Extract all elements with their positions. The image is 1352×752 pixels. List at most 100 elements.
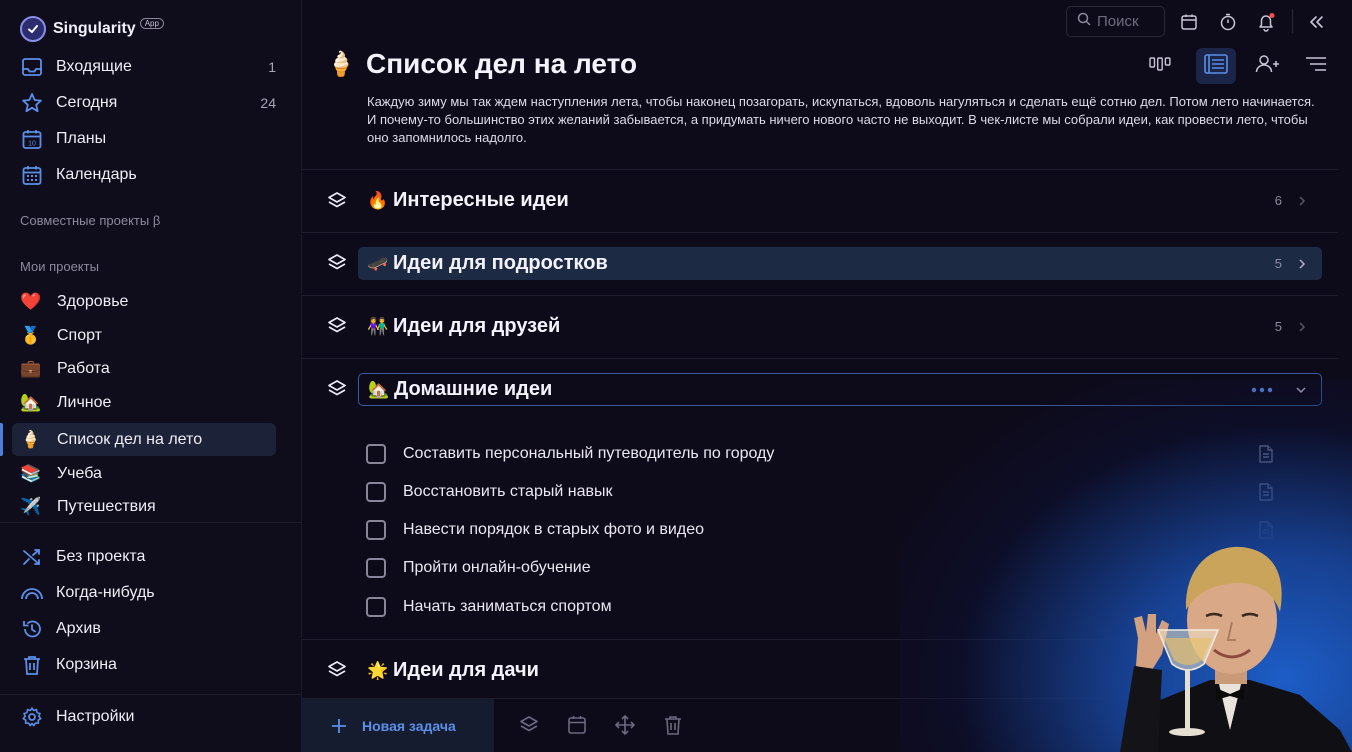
nav-someday-label: Когда-нибудь [56,584,155,601]
group-teen-ideas[interactable]: 🛹 Идеи для подростков 5 [302,233,1338,295]
nav-trash[interactable]: Корзина [12,648,278,682]
add-user-button[interactable] [1248,48,1288,84]
chevron-right-icon[interactable] [1296,258,1308,270]
group-title: Домашние идеи [394,378,553,400]
add-user-icon [1255,54,1281,79]
layers-icon[interactable] [518,714,540,736]
task-checkbox[interactable] [366,558,386,578]
task-checkbox[interactable] [366,482,386,502]
task-checkbox[interactable] [366,597,386,617]
nav-someday[interactable]: Когда-нибудь [12,576,278,610]
nav-plans-label: Планы [56,130,107,147]
nav-archive[interactable]: Архив [12,612,278,646]
trash-icon[interactable] [662,714,684,736]
project-work[interactable]: 💼 Работа [12,352,276,385]
kanban-icon [1149,56,1171,77]
move-icon[interactable] [614,714,636,736]
calendar-10-icon: 10 [20,127,44,151]
page-description[interactable]: Каждую зиму мы так ждем наступления лета… [367,93,1317,147]
layers-icon [328,317,346,333]
brand[interactable]: Singularity App [20,16,164,42]
nav-no-project-label: Без проекта [56,548,146,565]
shuffle-icon [20,545,44,569]
star-icon: 🌟 [367,660,389,680]
calendar-grid-icon [20,163,44,187]
layers-icon [328,661,346,677]
project-travel[interactable]: ✈️ Путешествия [12,490,276,523]
group-friends-ideas[interactable]: 👫 Идеи для друзей 5 [302,296,1338,358]
nav-calendar-label: Календарь [56,166,137,183]
nav-today[interactable]: Сегодня 24 [12,86,278,120]
chevron-right-icon[interactable] [1296,321,1308,333]
sort-button[interactable] [1296,48,1336,84]
briefcase-icon: 💼 [20,358,42,378]
nav-settings[interactable]: Настройки [12,700,278,734]
nav-settings-label: Настройки [56,708,135,725]
project-label: Здоровье [57,292,129,310]
my-projects-title[interactable]: Мои проекты [20,259,99,274]
heart-icon: ❤️ [20,291,42,311]
task-label[interactable]: Навести порядок в старых фото и видео [403,521,704,539]
project-summer-list[interactable]: 🍦 Список дел на лето [12,423,276,456]
task-label[interactable]: Начать заниматься спортом [403,598,612,616]
sidebar-divider [0,522,302,523]
timer-icon[interactable] [1216,10,1240,34]
collapse-icon[interactable] [1304,10,1328,34]
list-icon [1204,53,1228,79]
shared-projects-title[interactable]: Совместные проекты β [20,213,160,228]
project-health[interactable]: ❤️ Здоровье [12,285,276,318]
layers-icon [328,380,346,396]
group-count: 5 [1274,319,1282,334]
task-checkbox[interactable] [366,444,386,464]
group-title: Идеи для друзей [393,315,561,337]
bell-icon[interactable] [1254,10,1278,34]
app-name: Singularity [53,20,136,37]
inbox-icon [20,55,44,79]
task-label[interactable]: Составить персональный путеводитель по г… [403,445,774,463]
skateboard-icon: 🛹 [367,253,389,273]
list-view-button[interactable] [1196,48,1236,84]
group-count: 6 [1274,193,1282,208]
nav-inbox-label: Входящие [56,58,132,75]
project-sport[interactable]: 🥇 Спорт [12,319,276,352]
nav-today-count: 24 [260,95,276,111]
group-title: Идеи для подростков [393,252,608,274]
kanban-view-button[interactable] [1140,48,1180,84]
project-label: Спорт [57,326,102,344]
nav-no-project[interactable]: Без проекта [12,540,278,574]
group-header[interactable]: 🔥 Интересные идеи 6 [358,184,1322,217]
project-label: Путешествия [57,497,156,515]
project-study[interactable]: 📚 Учеба [12,457,276,490]
task-label[interactable]: Пройти онлайн-обучение [403,559,591,577]
ice-cream-icon: 🍦 [326,51,356,78]
layers-icon [328,192,346,208]
project-personal[interactable]: 🏡 Личное [12,386,276,419]
plus-icon [332,719,346,733]
fire-icon: 🔥 [367,190,389,210]
page-title[interactable]: Список дел на лето [366,48,637,80]
topbar-separator [1292,9,1293,33]
group-interesting-ideas[interactable]: 🔥 Интересные идеи 6 [302,170,1338,232]
search-icon [1077,12,1091,31]
task-label[interactable]: Восстановить старый навык [403,483,612,501]
project-label: Учеба [57,464,102,482]
chevron-right-icon[interactable] [1296,195,1308,207]
toasting-man-image [1120,546,1352,752]
ice-cream-icon: 🍦 [20,429,42,449]
layers-icon [328,254,346,270]
airplane-icon: ✈️ [20,496,42,516]
nav-calendar[interactable]: Календарь [12,158,278,192]
project-label: Работа [57,359,110,377]
sort-icon [1305,56,1327,77]
group-header[interactable]: 👫 Идеи для друзей 5 [358,310,1322,343]
group-header[interactable]: 🛹 Идеи для подростков 5 [358,247,1322,280]
search-input[interactable]: Поиск [1066,6,1165,37]
calendar-icon[interactable] [566,714,588,736]
nav-plans[interactable]: 10 Планы [12,122,278,156]
calendar-icon[interactable] [1177,10,1201,34]
new-task-button[interactable]: Новая задача [302,699,494,752]
task-checkbox[interactable] [366,520,386,540]
star-icon [20,91,44,115]
group-title: Интересные идеи [393,189,569,211]
nav-inbox[interactable]: Входящие 1 [12,50,278,84]
